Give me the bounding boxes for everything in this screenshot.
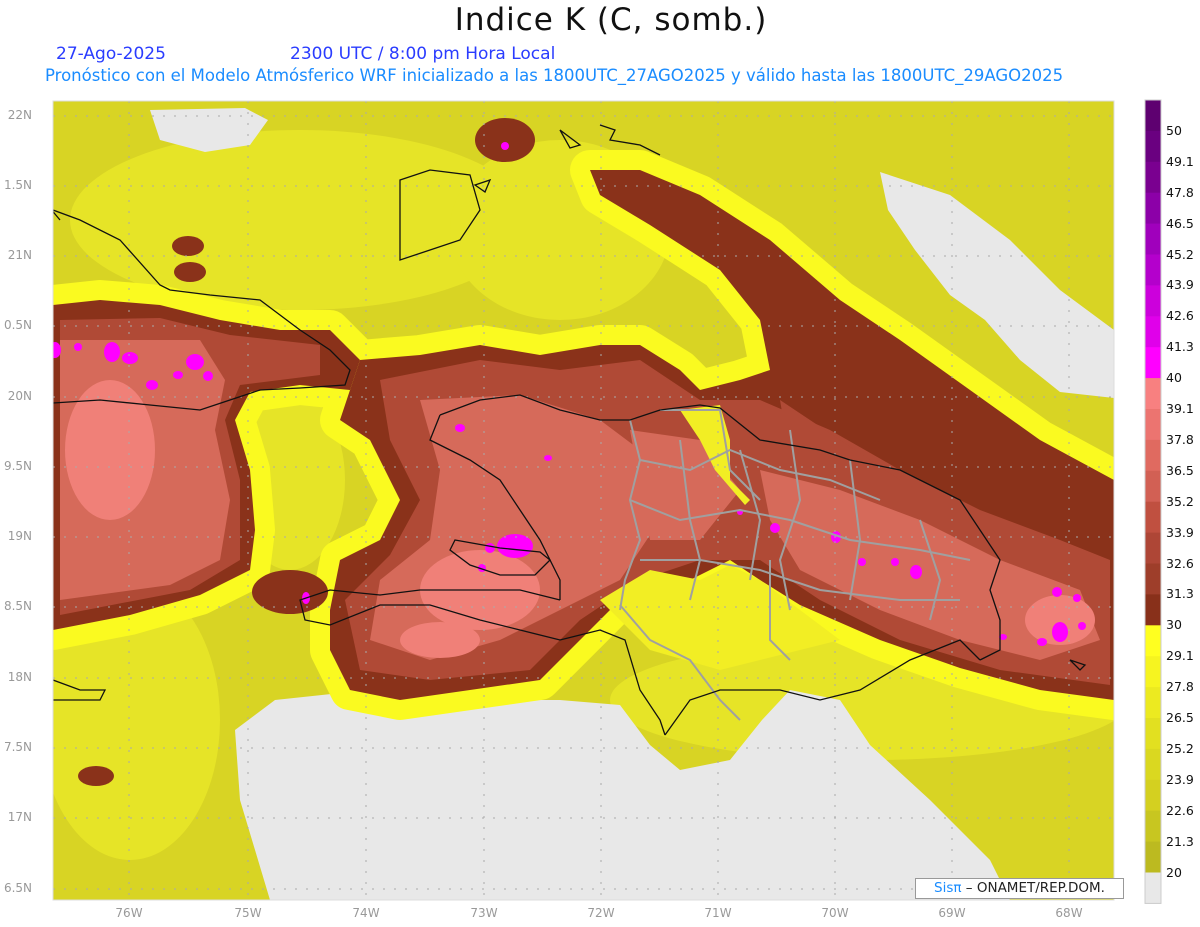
colorbar-label: 41.3 bbox=[1166, 339, 1194, 355]
lon-label: 74W bbox=[352, 906, 380, 920]
lat-label: 18N bbox=[7, 670, 32, 684]
lon-label: 68W bbox=[1055, 906, 1083, 920]
colorbar-swatch bbox=[1145, 470, 1161, 503]
colorbar-swatch bbox=[1145, 254, 1161, 286]
colorbar-label: 31.3 bbox=[1166, 586, 1194, 602]
colorbar-swatch bbox=[1145, 872, 1161, 904]
k-index-map bbox=[52, 99, 1162, 904]
colorbar-label: 45.2 bbox=[1166, 246, 1194, 262]
colorbar-swatch bbox=[1145, 718, 1161, 750]
colorbar-swatch bbox=[1145, 656, 1161, 688]
colorbar-swatch bbox=[1145, 563, 1161, 595]
colorbar-label: 23.9 bbox=[1166, 771, 1194, 787]
lon-label: 75W bbox=[234, 906, 262, 920]
colorbar-label: 30 bbox=[1166, 617, 1182, 633]
colorbar-label: 20 bbox=[1166, 864, 1182, 880]
lon-label: 71W bbox=[704, 906, 732, 920]
lon-label: 70W bbox=[821, 906, 849, 920]
colorbar-swatch bbox=[1145, 285, 1161, 317]
colorbar-swatch bbox=[1145, 625, 1161, 657]
lon-label: 73W bbox=[470, 906, 498, 920]
lat-label: 19N bbox=[7, 529, 32, 543]
colorbar-swatch bbox=[1145, 810, 1161, 843]
colorbar-label: 27.8 bbox=[1166, 679, 1194, 695]
colorbar-label: 40 bbox=[1166, 370, 1182, 386]
colorbar-label: 39.1 bbox=[1166, 401, 1194, 416]
colorbar-swatch bbox=[1145, 501, 1161, 534]
lon-label: 72W bbox=[587, 906, 615, 920]
colorbar-label: 46.5 bbox=[1166, 215, 1194, 231]
colorbar-swatch bbox=[1145, 409, 1161, 441]
colorbar-swatch bbox=[1145, 130, 1161, 163]
colorbar-swatch bbox=[1145, 100, 1161, 132]
colorbar-swatch bbox=[1145, 347, 1161, 379]
colorbar-label: 26.5 bbox=[1166, 710, 1194, 725]
lat-label: 9.5N bbox=[3, 459, 32, 473]
colorbar-swatch bbox=[1145, 594, 1161, 626]
colorbar-swatch bbox=[1145, 223, 1161, 255]
colorbar-swatch bbox=[1145, 161, 1161, 194]
colorbar-label: 47.8 bbox=[1166, 184, 1194, 200]
lon-label: 76W bbox=[115, 906, 143, 920]
colorbar-swatch bbox=[1145, 748, 1161, 781]
colorbar-label: 37.8 bbox=[1166, 431, 1194, 447]
lat-label: 1.5N bbox=[3, 178, 32, 192]
lat-label: 7.5N bbox=[3, 740, 32, 754]
lat-label: 8.5N bbox=[3, 599, 32, 613]
lat-label: 20N bbox=[7, 389, 32, 403]
colorbar-label: 29.1 bbox=[1166, 648, 1194, 664]
lat-label: 21N bbox=[7, 248, 32, 262]
lat-label: 6.5N bbox=[3, 881, 32, 895]
colorbar-label: 49.1 bbox=[1166, 153, 1194, 169]
colorbar-swatch bbox=[1145, 687, 1161, 719]
colorbar-label: 50 bbox=[1166, 122, 1182, 138]
colorbar-swatch bbox=[1145, 779, 1161, 812]
colorbar-swatch bbox=[1145, 192, 1161, 225]
colorbar-swatch bbox=[1145, 841, 1161, 873]
colorbar-label: 21.3 bbox=[1166, 833, 1194, 849]
credit-brand: Sisπ bbox=[934, 880, 962, 896]
colorbar-label: 32.6 bbox=[1166, 555, 1194, 571]
colorbar-label: 42.6 bbox=[1166, 308, 1194, 324]
credit-text: – ONAMET/REP.DOM. bbox=[965, 880, 1105, 896]
lat-label: 22N bbox=[7, 108, 32, 122]
colorbar-label: 33.9 bbox=[1166, 524, 1194, 540]
colorbar-swatch bbox=[1145, 378, 1161, 410]
colorbar bbox=[1144, 99, 1162, 904]
colorbar-label: 35.2 bbox=[1166, 493, 1194, 509]
colorbar-label: 22.6 bbox=[1166, 802, 1194, 818]
colorbar-swatch bbox=[1145, 316, 1161, 348]
colorbar-label: 25.2 bbox=[1166, 740, 1194, 756]
colorbar-label: 43.9 bbox=[1166, 277, 1194, 293]
lat-label: 0.5N bbox=[3, 318, 32, 332]
colorbar-swatch bbox=[1145, 439, 1161, 472]
credit-box: Sisπ – ONAMET/REP.DOM. bbox=[915, 878, 1124, 899]
colorbar-swatch bbox=[1145, 532, 1161, 564]
colorbar-label: 36.5 bbox=[1166, 462, 1194, 478]
lon-label: 69W bbox=[938, 906, 966, 920]
lat-label: 17N bbox=[7, 810, 32, 824]
